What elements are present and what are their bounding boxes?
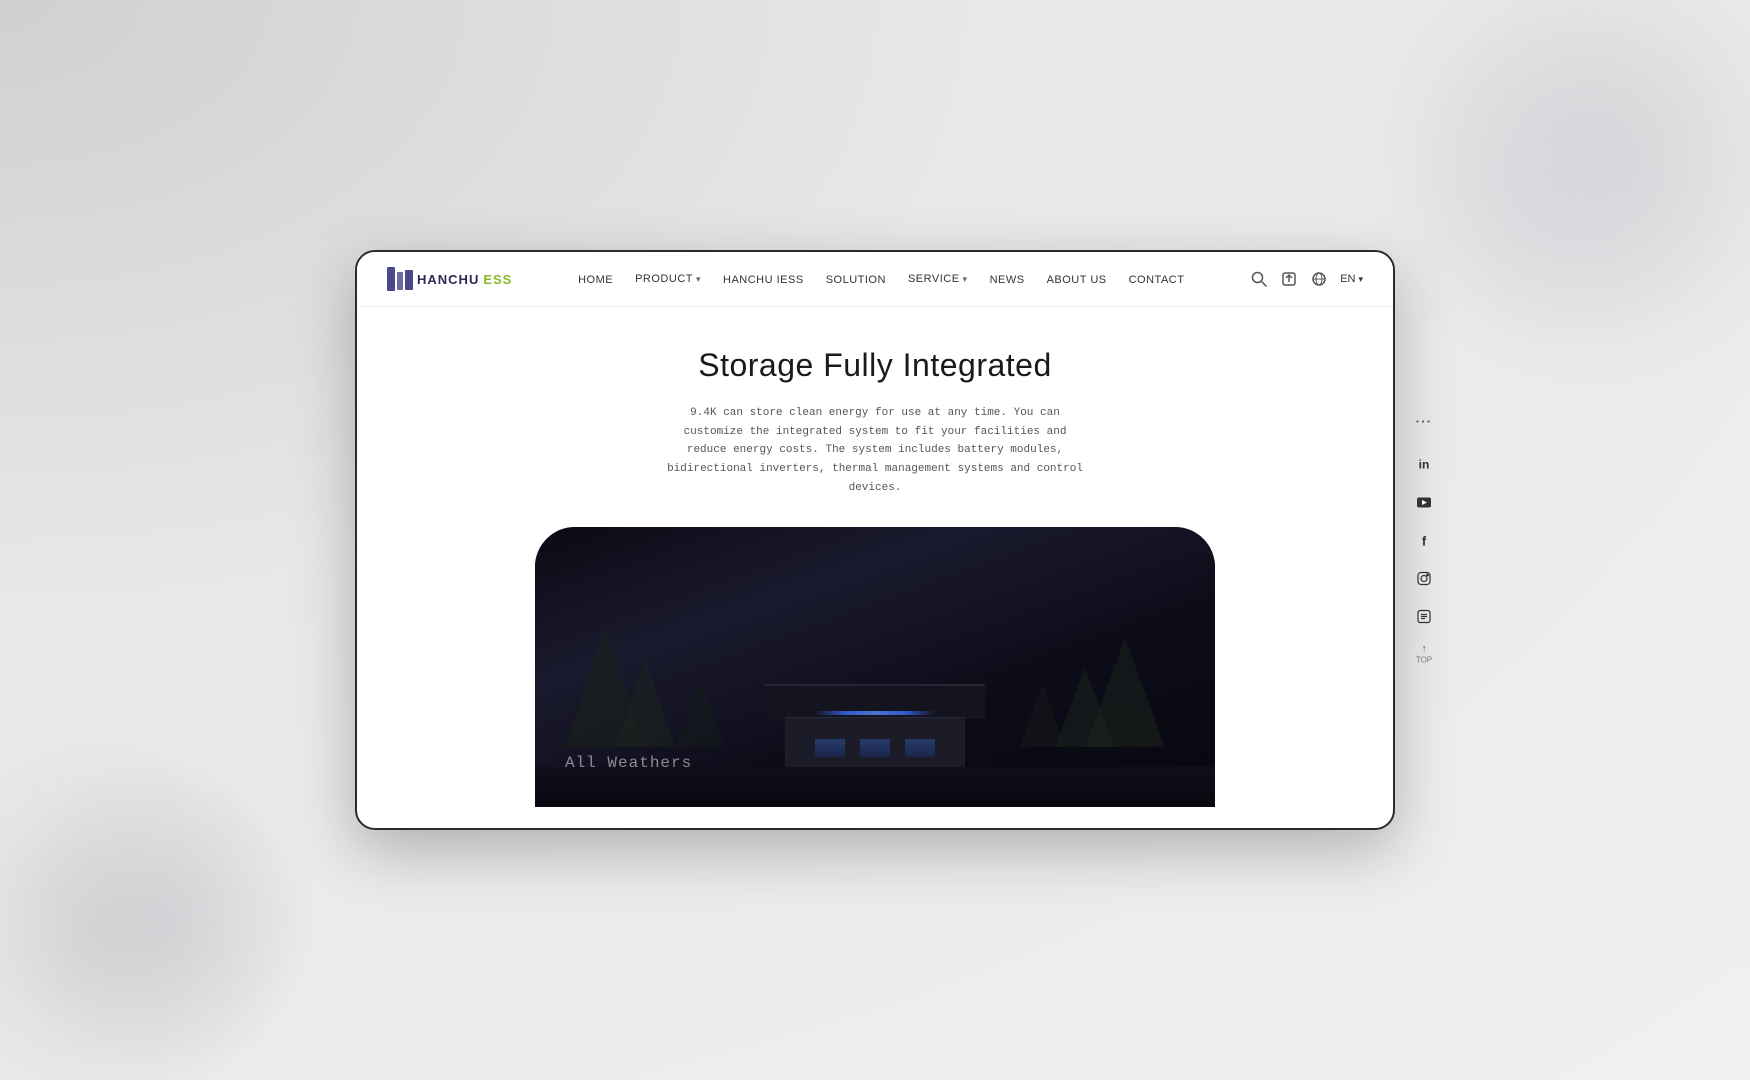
upload-icon[interactable] — [1280, 270, 1298, 288]
nav-link-news[interactable]: NEWS — [990, 274, 1025, 286]
hero-title: Storage Fully Integrated — [377, 347, 1373, 384]
nav-item-service[interactable]: SERVICE — [908, 273, 968, 285]
light-block-2 — [860, 739, 890, 757]
building-lights — [815, 739, 935, 757]
language-button[interactable]: EN — [1340, 273, 1363, 285]
nav-link-service[interactable]: SERVICE — [908, 273, 968, 285]
globe-icon[interactable] — [1310, 270, 1328, 288]
navbar: HANCHU ESS HOME PRODUCT HANCHU IESS SOLU… — [357, 252, 1393, 307]
bg-decoration-bottom — [0, 760, 320, 1080]
panel-toggle[interactable]: ⋮ — [1416, 416, 1432, 430]
hero-image-inner: All Weathers — [535, 527, 1215, 807]
tree-mid-right — [1020, 682, 1065, 747]
scroll-top-button[interactable]: ↑ TOP — [1416, 644, 1432, 665]
logo-text-hanchu: HANCHU — [417, 272, 479, 287]
overlay-text: All Weathers — [565, 754, 692, 772]
hero-image: All Weathers — [535, 527, 1215, 807]
light-block-3 — [905, 739, 935, 757]
nav-item-news[interactable]: NEWS — [990, 270, 1025, 288]
nav-item-contact[interactable]: CONTACT — [1129, 270, 1185, 288]
logo-block-3 — [405, 270, 413, 290]
youtube-icon[interactable] — [1413, 492, 1435, 514]
search-icon[interactable] — [1250, 270, 1268, 288]
facebook-icon[interactable]: f — [1413, 530, 1435, 552]
nav-item-solution[interactable]: SOLUTION — [826, 270, 886, 288]
right-panel: ⋮ in f — [1413, 416, 1435, 665]
light-block-1 — [815, 739, 845, 757]
building-window-strip — [815, 711, 935, 715]
linkedin-icon[interactable]: in — [1413, 454, 1435, 476]
nav-link-home[interactable]: HOME — [578, 274, 613, 286]
building — [765, 687, 985, 767]
nav-link-hanchu-iess[interactable]: HANCHU IESS — [723, 274, 804, 286]
logo[interactable]: HANCHU ESS — [387, 267, 512, 291]
page-wrapper: HANCHU ESS HOME PRODUCT HANCHU IESS SOLU… — [355, 250, 1395, 830]
instagram-icon[interactable] — [1413, 568, 1435, 590]
nav-icons: EN — [1250, 270, 1363, 288]
nav-item-hanchu-iess[interactable]: HANCHU IESS — [723, 270, 804, 288]
share-icon[interactable] — [1413, 606, 1435, 628]
nav-link-product[interactable]: PRODUCT — [635, 273, 701, 285]
tree-mid-left — [675, 677, 725, 747]
browser-frame: HANCHU ESS HOME PRODUCT HANCHU IESS SOLU… — [355, 250, 1395, 830]
nav-item-home[interactable]: HOME — [578, 270, 613, 288]
bg-decoration-top — [1400, 0, 1750, 350]
nav-link-contact[interactable]: CONTACT — [1129, 274, 1185, 286]
logo-block-1 — [387, 267, 395, 291]
ground — [535, 767, 1215, 807]
main-content: Storage Fully Integrated 9.4K can store … — [357, 307, 1393, 807]
logo-block-2 — [397, 272, 403, 290]
nav-link-solution[interactable]: SOLUTION — [826, 274, 886, 286]
nav-links: HOME PRODUCT HANCHU IESS SOLUTION SERVIC… — [578, 270, 1184, 288]
nav-item-about[interactable]: ABOUT US — [1047, 270, 1107, 288]
nav-item-product[interactable]: PRODUCT — [635, 273, 701, 285]
logo-icon — [387, 267, 413, 291]
hero-description: 9.4K can store clean energy for use at a… — [665, 404, 1085, 497]
nav-link-about[interactable]: ABOUT US — [1047, 274, 1107, 286]
logo-text-iess: ESS — [483, 272, 512, 287]
